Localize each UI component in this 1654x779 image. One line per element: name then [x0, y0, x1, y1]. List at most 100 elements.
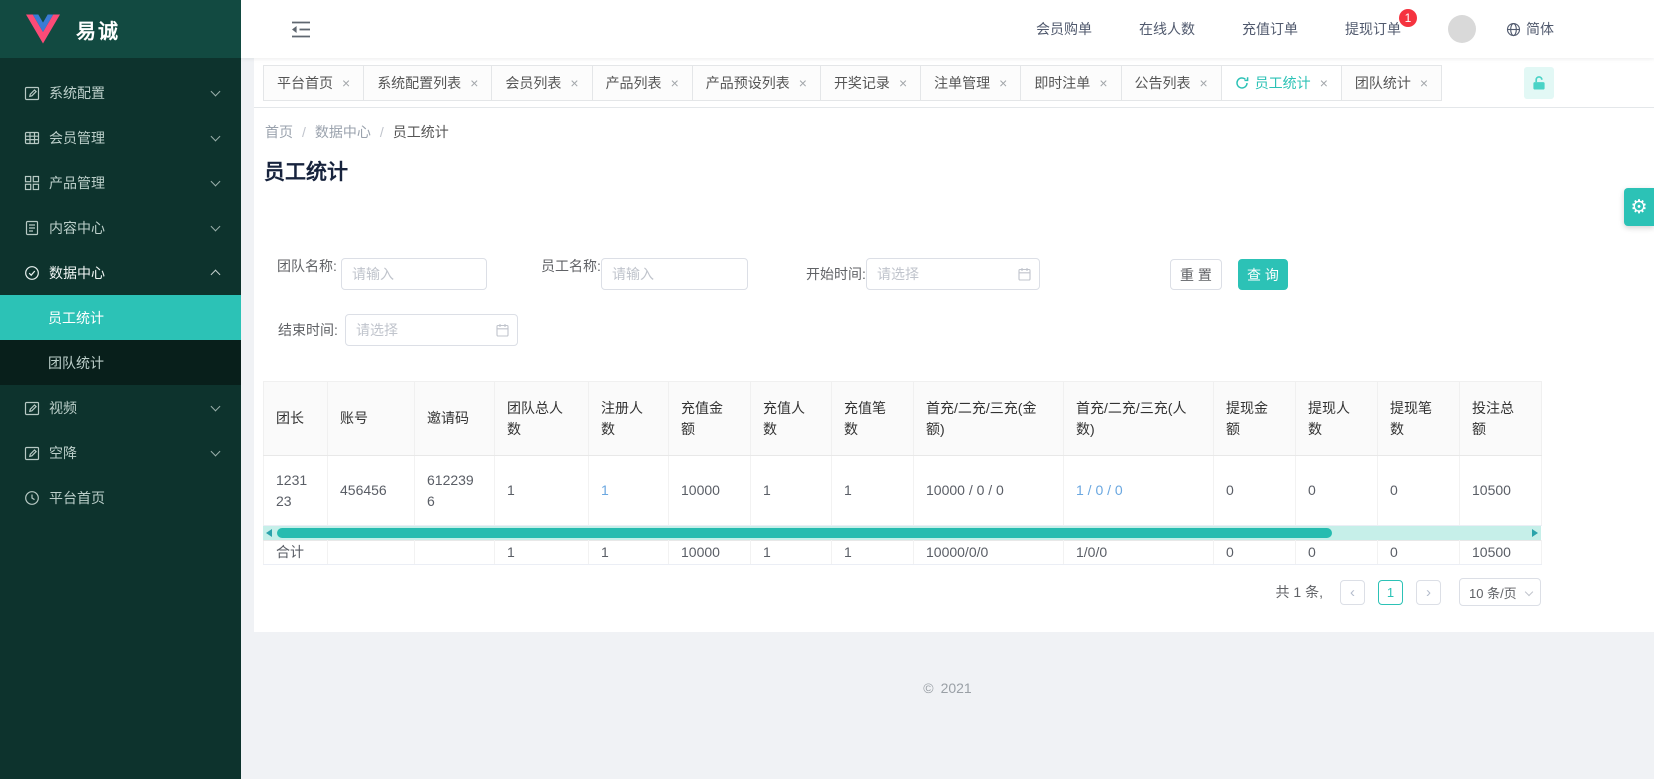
sidebar-subitem-team-stats[interactable]: 团队统计	[0, 340, 241, 385]
breadcrumb-home[interactable]: 首页	[265, 122, 293, 142]
sidebar-item-system-config[interactable]: 系统配置	[0, 70, 241, 115]
sidebar-item-platform-home[interactable]: 平台首页	[0, 475, 241, 520]
close-icon[interactable]: ×	[570, 75, 578, 91]
close-icon[interactable]: ×	[1420, 75, 1428, 91]
end-time-input[interactable]	[345, 314, 518, 346]
start-time-label: 开始时间:	[806, 266, 866, 282]
pagination: 共 1 条, ‹ 1 › 10 条/页	[263, 578, 1541, 606]
col-header: 投注总额	[1459, 381, 1542, 456]
tab-bet-mgmt[interactable]: 注单管理 ×	[920, 64, 1022, 101]
summary-row: 合计 1 1 10000 1 1 10000/0/0 1/0/0 0 0 0 1…	[263, 540, 1542, 565]
chevron-down-icon	[210, 176, 221, 186]
summary-cell	[414, 540, 495, 565]
refresh-icon[interactable]	[1235, 76, 1249, 90]
topbar-link-online-users[interactable]: 在线人数	[1139, 19, 1195, 39]
language-switcher[interactable]: 简体	[1506, 19, 1554, 39]
summary-table: 合计 1 1 10000 1 1 10000/0/0 1/0/0 0 0 0 1…	[263, 540, 1542, 565]
close-icon[interactable]: ×	[899, 75, 907, 91]
summary-cell: 1	[494, 540, 589, 565]
close-icon[interactable]: ×	[1320, 75, 1328, 91]
close-icon[interactable]: ×	[1200, 75, 1208, 91]
sidebar-item-video[interactable]: 视频	[0, 385, 241, 430]
tab-system-config-list[interactable]: 系统配置列表 ×	[363, 64, 493, 101]
close-icon[interactable]: ×	[342, 75, 350, 91]
topbar-link-recharge-orders[interactable]: 充值订单	[1242, 19, 1298, 39]
tab-member-list[interactable]: 会员列表 ×	[491, 64, 593, 101]
col-header: 提现金额	[1213, 381, 1296, 456]
sidebar-item-label: 视频	[49, 399, 77, 416]
tab-label: 开奖记录	[833, 74, 890, 91]
tab-product-preset-list[interactable]: 产品预设列表 ×	[691, 64, 821, 101]
close-icon[interactable]: ×	[470, 75, 478, 91]
tab-product-list[interactable]: 产品列表 ×	[591, 64, 693, 101]
breadcrumb-data-center[interactable]: 数据中心	[315, 122, 371, 142]
table-row: 123123 456456 6122396 1 1 10000 1 1 1000…	[263, 455, 1542, 526]
close-icon[interactable]: ×	[671, 75, 679, 91]
close-icon[interactable]: ×	[799, 75, 807, 91]
brand-title: 易诚	[76, 20, 120, 43]
scroll-right-arrow-icon[interactable]	[1532, 529, 1538, 537]
staff-stats-table: 团长 账号 邀请码 团队总人数 注册人数 充值金额 充值人数 充值笔数 首充/二…	[263, 381, 1542, 565]
topbar-link-withdraw-orders[interactable]: 提现订单 1	[1345, 9, 1417, 39]
tab-platform-home[interactable]: 平台首页 ×	[263, 64, 365, 101]
query-button[interactable]: 查 询	[1238, 259, 1288, 290]
page-size-select[interactable]: 10 条/页	[1459, 578, 1541, 606]
tab-label: 公告列表	[1134, 74, 1191, 91]
sidebar-subitem-label: 团队统计	[48, 354, 104, 371]
close-icon[interactable]: ×	[1099, 75, 1107, 91]
sidebar-fold-icon[interactable]	[285, 15, 317, 44]
scrollbar-thumb[interactable]	[277, 528, 1332, 538]
team-name-input[interactable]	[341, 258, 487, 290]
cell-team-total: 1	[494, 455, 589, 526]
cell-first-recharge-users-link[interactable]: 1 / 0 / 0	[1063, 455, 1214, 526]
tab-team-stats[interactable]: 团队统计 ×	[1340, 64, 1443, 101]
tab-announcement-list[interactable]: 公告列表 ×	[1120, 64, 1222, 101]
close-icon[interactable]: ×	[999, 75, 1007, 91]
pagination-page-1[interactable]: 1	[1378, 579, 1403, 605]
sidebar-item-airdrop[interactable]: 空降	[0, 430, 241, 475]
edit-icon	[24, 85, 40, 101]
cell-first-recharge-amount: 10000 / 0 / 0	[913, 455, 1064, 526]
breadcrumb-current: 员工统计	[392, 124, 449, 140]
sidebar-item-label: 系统配置	[49, 84, 105, 101]
sidebar-menu: 系统配置 会员管理 产品管理 内容中心 数据中心 员工统计 团队统计 视频 空降…	[0, 58, 241, 520]
sidebar-subitem-staff-stats[interactable]: 员工统计	[0, 295, 241, 340]
tab-label: 即时注单	[1034, 74, 1091, 91]
sidebar-item-member-mgmt[interactable]: 会员管理	[0, 115, 241, 160]
tab-lottery-records[interactable]: 开奖记录 ×	[819, 64, 922, 101]
summary-cell: 1/0/0	[1063, 540, 1214, 565]
copyright-year: 2021	[940, 680, 972, 696]
data-table: 团长 账号 邀请码 团队总人数 注册人数 充值金额 充值人数 充值笔数 首充/二…	[263, 381, 1542, 526]
lock-icon	[1533, 75, 1545, 90]
summary-cell: 0	[1295, 540, 1378, 565]
col-header: 充值笔数	[831, 381, 914, 456]
topbar-link-member-orders[interactable]: 会员购单	[1036, 19, 1092, 39]
col-header: 首充/二充/三充(金额)	[913, 381, 1064, 456]
staff-name-input[interactable]	[601, 258, 748, 290]
pagination-prev-button[interactable]: ‹	[1340, 579, 1365, 605]
document-icon	[24, 220, 40, 236]
sidebar-item-product-mgmt[interactable]: 产品管理	[0, 160, 241, 205]
tab-live-bets[interactable]: 即时注单 ×	[1020, 64, 1122, 101]
reset-button[interactable]: 重 置	[1170, 259, 1222, 290]
notification-badge: 1	[1399, 9, 1417, 27]
start-time-input[interactable]	[866, 258, 1040, 290]
chevron-down-icon	[210, 131, 221, 141]
tab-label: 团队统计	[1354, 74, 1411, 91]
scroll-left-arrow-icon[interactable]	[266, 529, 272, 537]
check-circle-icon	[24, 265, 40, 281]
lock-toggle[interactable]	[1524, 66, 1554, 99]
sidebar-item-content-center[interactable]: 内容中心	[0, 205, 241, 250]
cell-registered-link[interactable]: 1	[588, 455, 669, 526]
col-header: 账号	[327, 381, 415, 456]
cell-recharge-users: 1	[750, 455, 832, 526]
pagination-next-button[interactable]: ›	[1416, 579, 1441, 605]
summary-cell: 0	[1377, 540, 1460, 565]
sidebar-item-data-center[interactable]: 数据中心	[0, 250, 241, 295]
tab-staff-stats[interactable]: 员工统计 ×	[1220, 64, 1342, 101]
avatar[interactable]	[1448, 15, 1476, 43]
top-header: 会员购单 在线人数 充值订单 提现订单 1 简体	[241, 0, 1654, 58]
brand-header[interactable]: 易诚	[0, 0, 241, 58]
settings-gear-button[interactable]: ⚙	[1624, 188, 1654, 226]
tab-label: 注单管理	[934, 74, 991, 91]
